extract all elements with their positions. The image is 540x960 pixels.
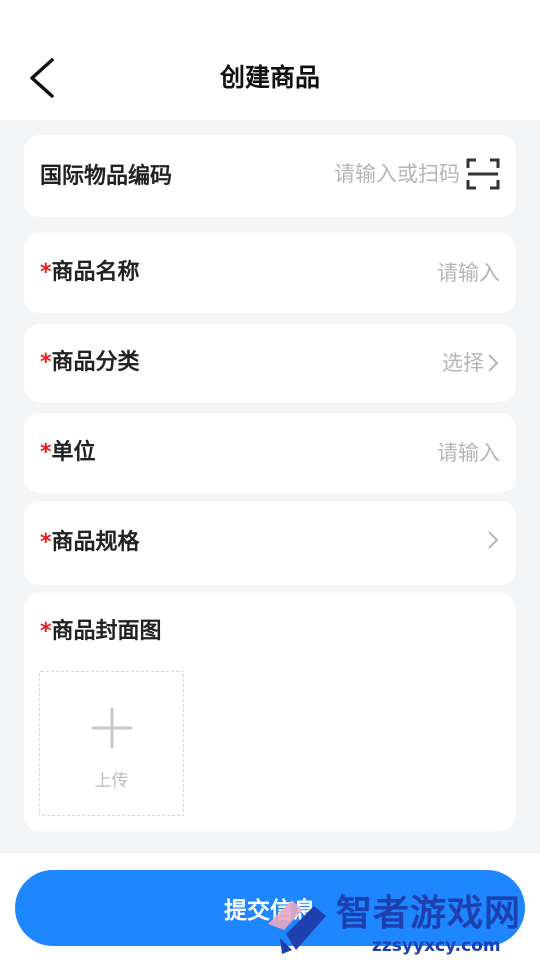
barcode-label: 国际物品编码 [40, 164, 173, 189]
chevron-right-icon [488, 531, 499, 549]
product-category-select[interactable]: 选择 [442, 348, 500, 378]
product-category-row[interactable]: *商品分类 选择 [24, 324, 516, 402]
plus-icon [92, 708, 132, 748]
unit-label: *单位 [40, 440, 96, 465]
barcode-input[interactable]: 请输入或扫码 [334, 157, 500, 191]
cover-image-card: *商品封面图 上传 [24, 593, 516, 831]
category-select-text: 选择 [442, 351, 484, 375]
product-spec-select[interactable] [484, 529, 500, 551]
product-spec-label: *商品规格 [40, 530, 140, 555]
watermark-url: zzsyyxcy.com [372, 936, 501, 956]
required-mark: * [40, 619, 52, 644]
unit-row[interactable]: *单位 请输入 [24, 413, 516, 493]
upload-area[interactable]: 上传 [39, 671, 184, 816]
product-name-input[interactable]: 请输入 [437, 258, 500, 288]
product-name-label: *商品名称 [40, 260, 140, 285]
required-mark: * [40, 260, 52, 285]
unit-input[interactable]: 请输入 [437, 438, 500, 468]
upload-label: 上传 [94, 771, 129, 791]
required-mark: * [40, 350, 52, 375]
product-name-row[interactable]: *商品名称 请输入 [24, 233, 516, 313]
top-bar: 创建商品 [0, 0, 540, 120]
page-title: 创建商品 [219, 63, 320, 92]
watermark: 智者游戏网 zzsyyxcy.com [262, 888, 540, 960]
product-category-label: *商品分类 [40, 350, 140, 375]
required-mark: * [40, 530, 52, 555]
required-mark: * [40, 440, 52, 465]
product-spec-row[interactable]: *商品规格 [24, 501, 516, 585]
scan-icon[interactable] [466, 157, 500, 191]
chevron-right-icon [488, 354, 499, 372]
watermark-title: 智者游戏网 [336, 893, 522, 934]
cover-image-label: *商品封面图 [40, 619, 162, 644]
watermark-logo-icon [268, 900, 326, 954]
barcode-placeholder: 请输入或扫码 [334, 162, 460, 186]
barcode-row[interactable]: 国际物品编码 请输入或扫码 [24, 135, 516, 217]
